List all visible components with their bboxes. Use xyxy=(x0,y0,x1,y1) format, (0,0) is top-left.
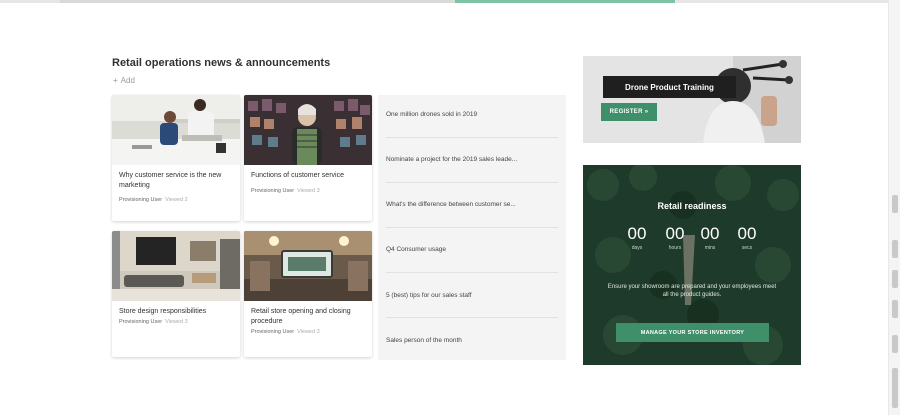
countdown-secs: 00 secs xyxy=(732,224,762,251)
countdown-hours: 00 hours xyxy=(660,224,690,251)
add-label: Add xyxy=(120,76,135,85)
divider xyxy=(386,272,558,273)
news-card-views: Viewed 3 xyxy=(165,319,188,325)
news-card-title[interactable]: Functions of customer service xyxy=(251,171,367,181)
countdown-unit-label: days xyxy=(631,245,643,251)
news-card-meta: Provisioning User Viewed 3 xyxy=(251,188,320,194)
headline-link[interactable]: What's the difference between customer s… xyxy=(386,201,561,208)
headline-link[interactable]: Nominate a project for the 2019 sales le… xyxy=(386,156,561,163)
news-card-title[interactable]: Why customer service is the new marketin… xyxy=(119,171,235,190)
countdown-mins: 00 mins xyxy=(695,224,725,251)
divider xyxy=(386,182,558,183)
register-button[interactable]: REGISTER » xyxy=(601,103,657,121)
divider xyxy=(386,137,558,138)
top-progress-bar xyxy=(0,0,890,3)
countdown-days: 00 days xyxy=(622,224,652,251)
news-card-author: Provisioning User xyxy=(119,319,163,325)
news-card-image xyxy=(244,95,372,165)
news-card-views: Viewed 3 xyxy=(297,188,320,194)
news-card-image xyxy=(112,95,240,165)
countdown-value: 00 xyxy=(627,224,647,243)
countdown-value: 00 xyxy=(665,224,685,243)
headline-link[interactable]: 5 (best) tips for our sales staff xyxy=(386,292,561,299)
news-card-image xyxy=(112,231,240,301)
news-card-title[interactable]: Store design responsibilities xyxy=(119,307,235,317)
headline-link[interactable]: Q4 Consumer usage xyxy=(386,246,561,253)
news-card-meta: Provisioning User Viewed 2 xyxy=(119,197,188,203)
news-card-image xyxy=(244,231,372,301)
news-card-views: Viewed 2 xyxy=(165,197,188,203)
promo-label: Drone Product Training xyxy=(603,76,736,98)
training-promo-banner[interactable]: Drone Product Training REGISTER » xyxy=(583,56,801,143)
news-card-views: Viewed 3 xyxy=(297,329,320,335)
countdown-unit-label: hours xyxy=(668,245,682,251)
news-card-title[interactable]: Retail store opening and closing procedu… xyxy=(251,307,367,326)
countdown-unit-label: secs xyxy=(741,245,753,251)
divider xyxy=(386,227,558,228)
news-card-meta: Provisioning User Viewed 3 xyxy=(251,329,320,335)
promo-background-image xyxy=(583,56,801,143)
countdown-value: 00 xyxy=(700,224,720,243)
headlines-list: One million drones sold in 2019 Nominate… xyxy=(378,95,566,360)
retail-readiness-countdown: Retail readiness 00 days 00 hours 00 min… xyxy=(583,165,801,365)
news-section-title: Retail operations news & announcements xyxy=(112,57,331,69)
add-news-link[interactable]: + Add xyxy=(113,76,135,85)
countdown-title: Retail readiness xyxy=(657,201,727,211)
headline-link[interactable]: One million drones sold in 2019 xyxy=(386,111,561,118)
manage-inventory-button[interactable]: MANAGE YOUR STORE INVENTORY xyxy=(616,323,769,342)
news-card[interactable]: Store design responsibilities Provisioni… xyxy=(112,231,240,357)
news-card[interactable]: Retail store opening and closing procedu… xyxy=(244,231,372,357)
news-card[interactable]: Functions of customer service Provisioni… xyxy=(244,95,372,221)
countdown-value: 00 xyxy=(737,224,757,243)
countdown-unit-label: mins xyxy=(704,245,716,251)
news-card[interactable]: Why customer service is the new marketin… xyxy=(112,95,240,221)
divider xyxy=(386,317,558,318)
news-card-meta: Provisioning User Viewed 3 xyxy=(119,319,188,325)
page-scrollbar[interactable] xyxy=(888,0,900,415)
headline-link[interactable]: Sales person of the month xyxy=(386,337,561,344)
countdown-description: Ensure your showroom are prepared and yo… xyxy=(607,284,777,298)
plus-icon: + xyxy=(113,76,118,85)
news-card-author: Provisioning User xyxy=(251,329,295,335)
news-card-author: Provisioning User xyxy=(119,197,163,203)
news-card-author: Provisioning User xyxy=(251,188,295,194)
